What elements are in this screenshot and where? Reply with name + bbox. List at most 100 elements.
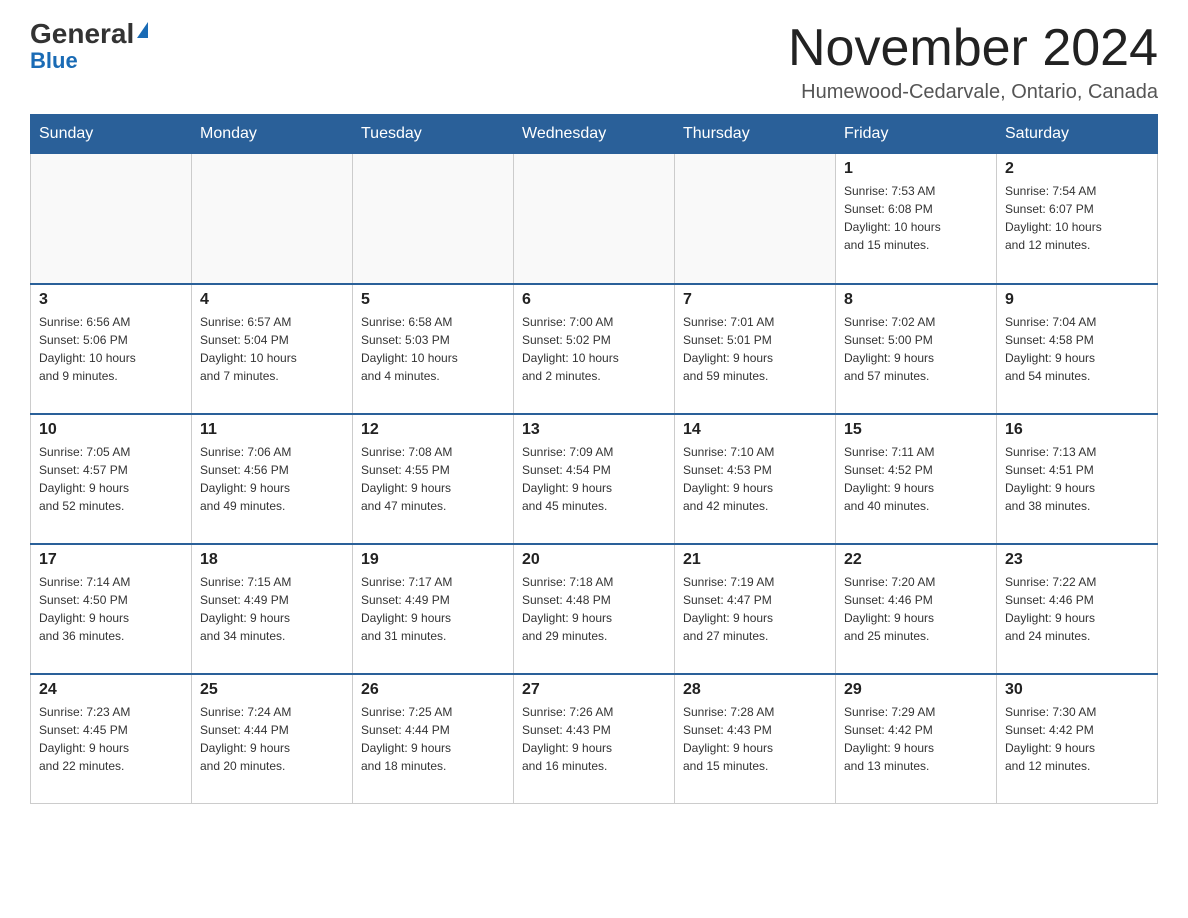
day-number: 26 <box>361 681 505 699</box>
day-info: Sunrise: 7:24 AM Sunset: 4:44 PM Dayligh… <box>200 703 344 775</box>
day-info: Sunrise: 7:25 AM Sunset: 4:44 PM Dayligh… <box>361 703 505 775</box>
calendar-cell: 15 Sunrise: 7:11 AM Sunset: 4:52 PM Dayli… <box>836 414 997 544</box>
weekday-header-tuesday: Tuesday <box>353 115 514 154</box>
day-number: 10 <box>39 421 183 439</box>
calendar-cell: 26 Sunrise: 7:25 AM Sunset: 4:44 PM Dayli… <box>353 674 514 804</box>
day-number: 24 <box>39 681 183 699</box>
day-number: 4 <box>200 291 344 309</box>
day-info: Sunrise: 7:53 AM Sunset: 6:08 PM Dayligh… <box>844 182 988 254</box>
day-info: Sunrise: 6:58 AM Sunset: 5:03 PM Dayligh… <box>361 313 505 385</box>
day-info: Sunrise: 7:13 AM Sunset: 4:51 PM Dayligh… <box>1005 443 1149 515</box>
calendar-cell <box>192 154 353 284</box>
day-number: 6 <box>522 291 666 309</box>
day-number: 8 <box>844 291 988 309</box>
day-number: 21 <box>683 551 827 569</box>
day-info: Sunrise: 7:17 AM Sunset: 4:49 PM Dayligh… <box>361 573 505 645</box>
day-info: Sunrise: 7:11 AM Sunset: 4:52 PM Dayligh… <box>844 443 988 515</box>
day-info: Sunrise: 6:57 AM Sunset: 5:04 PM Dayligh… <box>200 313 344 385</box>
weekday-header-saturday: Saturday <box>997 115 1158 154</box>
week-row-4: 17Sunrise: 7:14 AM Sunset: 4:50 PM Dayli… <box>31 544 1158 674</box>
day-info: Sunrise: 7:14 AM Sunset: 4:50 PM Dayligh… <box>39 573 183 645</box>
calendar-cell: 9 Sunrise: 7:04 AM Sunset: 4:58 PM Daylig… <box>997 284 1158 414</box>
weekday-header-wednesday: Wednesday <box>514 115 675 154</box>
day-info: Sunrise: 7:05 AM Sunset: 4:57 PM Dayligh… <box>39 443 183 515</box>
day-number: 14 <box>683 421 827 439</box>
calendar-cell: 20 Sunrise: 7:18 AM Sunset: 4:48 PM Dayli… <box>514 544 675 674</box>
day-number: 22 <box>844 551 988 569</box>
day-info: Sunrise: 7:18 AM Sunset: 4:48 PM Dayligh… <box>522 573 666 645</box>
day-info: Sunrise: 7:08 AM Sunset: 4:55 PM Dayligh… <box>361 443 505 515</box>
day-info: Sunrise: 7:54 AM Sunset: 6:07 PM Dayligh… <box>1005 182 1149 254</box>
day-info: Sunrise: 7:29 AM Sunset: 4:42 PM Dayligh… <box>844 703 988 775</box>
month-title: November 2024 <box>788 20 1158 77</box>
day-number: 20 <box>522 551 666 569</box>
calendar-cell: 12 Sunrise: 7:08 AM Sunset: 4:55 PM Dayli… <box>353 414 514 544</box>
calendar-cell: 5 Sunrise: 6:58 AM Sunset: 5:03 PM Daylig… <box>353 284 514 414</box>
day-number: 13 <box>522 421 666 439</box>
weekday-header-friday: Friday <box>836 115 997 154</box>
calendar-cell: 18 Sunrise: 7:15 AM Sunset: 4:49 PM Dayli… <box>192 544 353 674</box>
calendar-cell <box>353 154 514 284</box>
week-row-3: 10 Sunrise: 7:05 AM Sunset: 4:57 PM Dayli… <box>31 414 1158 544</box>
calendar-cell: 7 Sunrise: 7:01 AM Sunset: 5:01 PM Daylig… <box>675 284 836 414</box>
calendar-cell: 19 Sunrise: 7:17 AM Sunset: 4:49 PM Dayli… <box>353 544 514 674</box>
day-info: Sunrise: 7:02 AM Sunset: 5:00 PM Dayligh… <box>844 313 988 385</box>
day-number: 29 <box>844 681 988 699</box>
calendar-cell <box>675 154 836 284</box>
day-number: 23 <box>1005 551 1149 569</box>
day-info: Sunrise: 7:01 AM Sunset: 5:01 PM Dayligh… <box>683 313 827 385</box>
day-info: Sunrise: 6:56 AM Sunset: 5:06 PM Dayligh… <box>39 313 183 385</box>
calendar-cell: 13Sunrise: 7:09 AM Sunset: 4:54 PM Dayli… <box>514 414 675 544</box>
day-number: 11 <box>200 421 344 439</box>
day-number: 28 <box>683 681 827 699</box>
day-info: Sunrise: 7:20 AM Sunset: 4:46 PM Dayligh… <box>844 573 988 645</box>
day-number: 15 <box>844 421 988 439</box>
day-info: Sunrise: 7:10 AM Sunset: 4:53 PM Dayligh… <box>683 443 827 515</box>
day-number: 3 <box>39 291 183 309</box>
calendar-cell: 1Sunrise: 7:53 AM Sunset: 6:08 PM Daylig… <box>836 154 997 284</box>
day-info: Sunrise: 7:06 AM Sunset: 4:56 PM Dayligh… <box>200 443 344 515</box>
day-number: 25 <box>200 681 344 699</box>
weekday-header-sunday: Sunday <box>31 115 192 154</box>
logo-triangle-icon <box>137 22 148 38</box>
logo-blue: Blue <box>30 48 78 74</box>
calendar-cell: 23Sunrise: 7:22 AM Sunset: 4:46 PM Dayli… <box>997 544 1158 674</box>
day-number: 12 <box>361 421 505 439</box>
page-header: General Blue November 2024 Humewood-Ceda… <box>30 20 1158 104</box>
calendar-cell: 27Sunrise: 7:26 AM Sunset: 4:43 PM Dayli… <box>514 674 675 804</box>
weekday-header-row: SundayMondayTuesdayWednesdayThursdayFrid… <box>31 115 1158 154</box>
day-number: 2 <box>1005 160 1149 178</box>
calendar-cell: 17Sunrise: 7:14 AM Sunset: 4:50 PM Dayli… <box>31 544 192 674</box>
week-row-2: 3 Sunrise: 6:56 AM Sunset: 5:06 PM Daylig… <box>31 284 1158 414</box>
day-number: 19 <box>361 551 505 569</box>
title-area: November 2024 Humewood-Cedarvale, Ontari… <box>788 20 1158 104</box>
day-info: Sunrise: 7:28 AM Sunset: 4:43 PM Dayligh… <box>683 703 827 775</box>
calendar-table: SundayMondayTuesdayWednesdayThursdayFrid… <box>30 114 1158 804</box>
calendar-cell: 4 Sunrise: 6:57 AM Sunset: 5:04 PM Daylig… <box>192 284 353 414</box>
day-number: 7 <box>683 291 827 309</box>
calendar-cell: 14 Sunrise: 7:10 AM Sunset: 4:53 PM Dayli… <box>675 414 836 544</box>
day-info: Sunrise: 7:15 AM Sunset: 4:49 PM Dayligh… <box>200 573 344 645</box>
day-info: Sunrise: 7:30 AM Sunset: 4:42 PM Dayligh… <box>1005 703 1149 775</box>
day-number: 9 <box>1005 291 1149 309</box>
day-info: Sunrise: 7:04 AM Sunset: 4:58 PM Dayligh… <box>1005 313 1149 385</box>
calendar-cell: 25 Sunrise: 7:24 AM Sunset: 4:44 PM Dayli… <box>192 674 353 804</box>
calendar-cell <box>514 154 675 284</box>
day-info: Sunrise: 7:23 AM Sunset: 4:45 PM Dayligh… <box>39 703 183 775</box>
calendar-cell: 3 Sunrise: 6:56 AM Sunset: 5:06 PM Daylig… <box>31 284 192 414</box>
day-number: 18 <box>200 551 344 569</box>
logo: General Blue <box>30 20 148 74</box>
day-info: Sunrise: 7:00 AM Sunset: 5:02 PM Dayligh… <box>522 313 666 385</box>
calendar-cell: 10 Sunrise: 7:05 AM Sunset: 4:57 PM Dayli… <box>31 414 192 544</box>
calendar-cell: 8 Sunrise: 7:02 AM Sunset: 5:00 PM Daylig… <box>836 284 997 414</box>
calendar-cell: 11 Sunrise: 7:06 AM Sunset: 4:56 PM Dayli… <box>192 414 353 544</box>
day-number: 5 <box>361 291 505 309</box>
calendar-cell: 22 Sunrise: 7:20 AM Sunset: 4:46 PM Dayli… <box>836 544 997 674</box>
weekday-header-monday: Monday <box>192 115 353 154</box>
day-number: 27 <box>522 681 666 699</box>
calendar-cell <box>31 154 192 284</box>
calendar-cell: 29 Sunrise: 7:29 AM Sunset: 4:42 PM Dayli… <box>836 674 997 804</box>
logo-general: General <box>30 20 134 48</box>
day-number: 30 <box>1005 681 1149 699</box>
calendar-cell: 24 Sunrise: 7:23 AM Sunset: 4:45 PM Dayli… <box>31 674 192 804</box>
